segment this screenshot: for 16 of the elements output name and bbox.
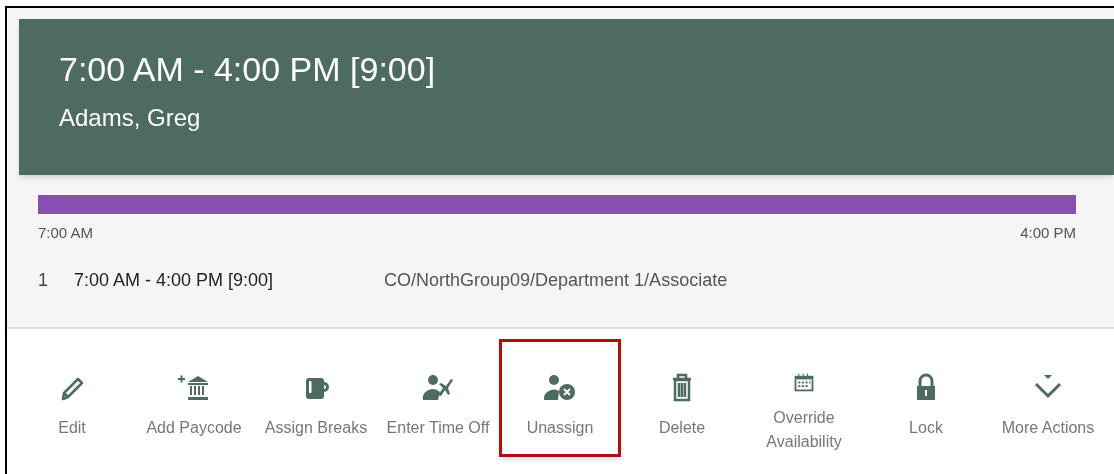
start-time-label: 7:00 AM — [38, 223, 94, 243]
segment-time: 7:00 AM - 4:00 PM [9:00] — [74, 268, 275, 292]
action-button[interactable]: Enter Time Off — [377, 338, 499, 457]
action-button[interactable]: Unassign — [499, 338, 621, 457]
action-button[interactable]: Lock — [865, 338, 987, 457]
action-button[interactable]: Delete — [621, 338, 743, 457]
end-time-label: 4:00 PM — [1020, 223, 1076, 243]
action-button[interactable]: Override Availability — [743, 338, 865, 457]
action-button[interactable]: More Actions — [987, 338, 1109, 457]
segment-number: 1 — [38, 268, 49, 292]
shift-title: 7:00 AM - 4:00 PM [9:00] — [59, 49, 437, 89]
employee-name: Adams, Greg — [59, 103, 202, 133]
action-button[interactable]: Assign Breaks — [255, 338, 377, 457]
segment-path: CO/NorthGroup09/Department 1/Associate — [384, 268, 728, 292]
action-button[interactable]: Add Paycode — [133, 338, 255, 457]
action-button[interactable]: Edit — [11, 338, 133, 457]
